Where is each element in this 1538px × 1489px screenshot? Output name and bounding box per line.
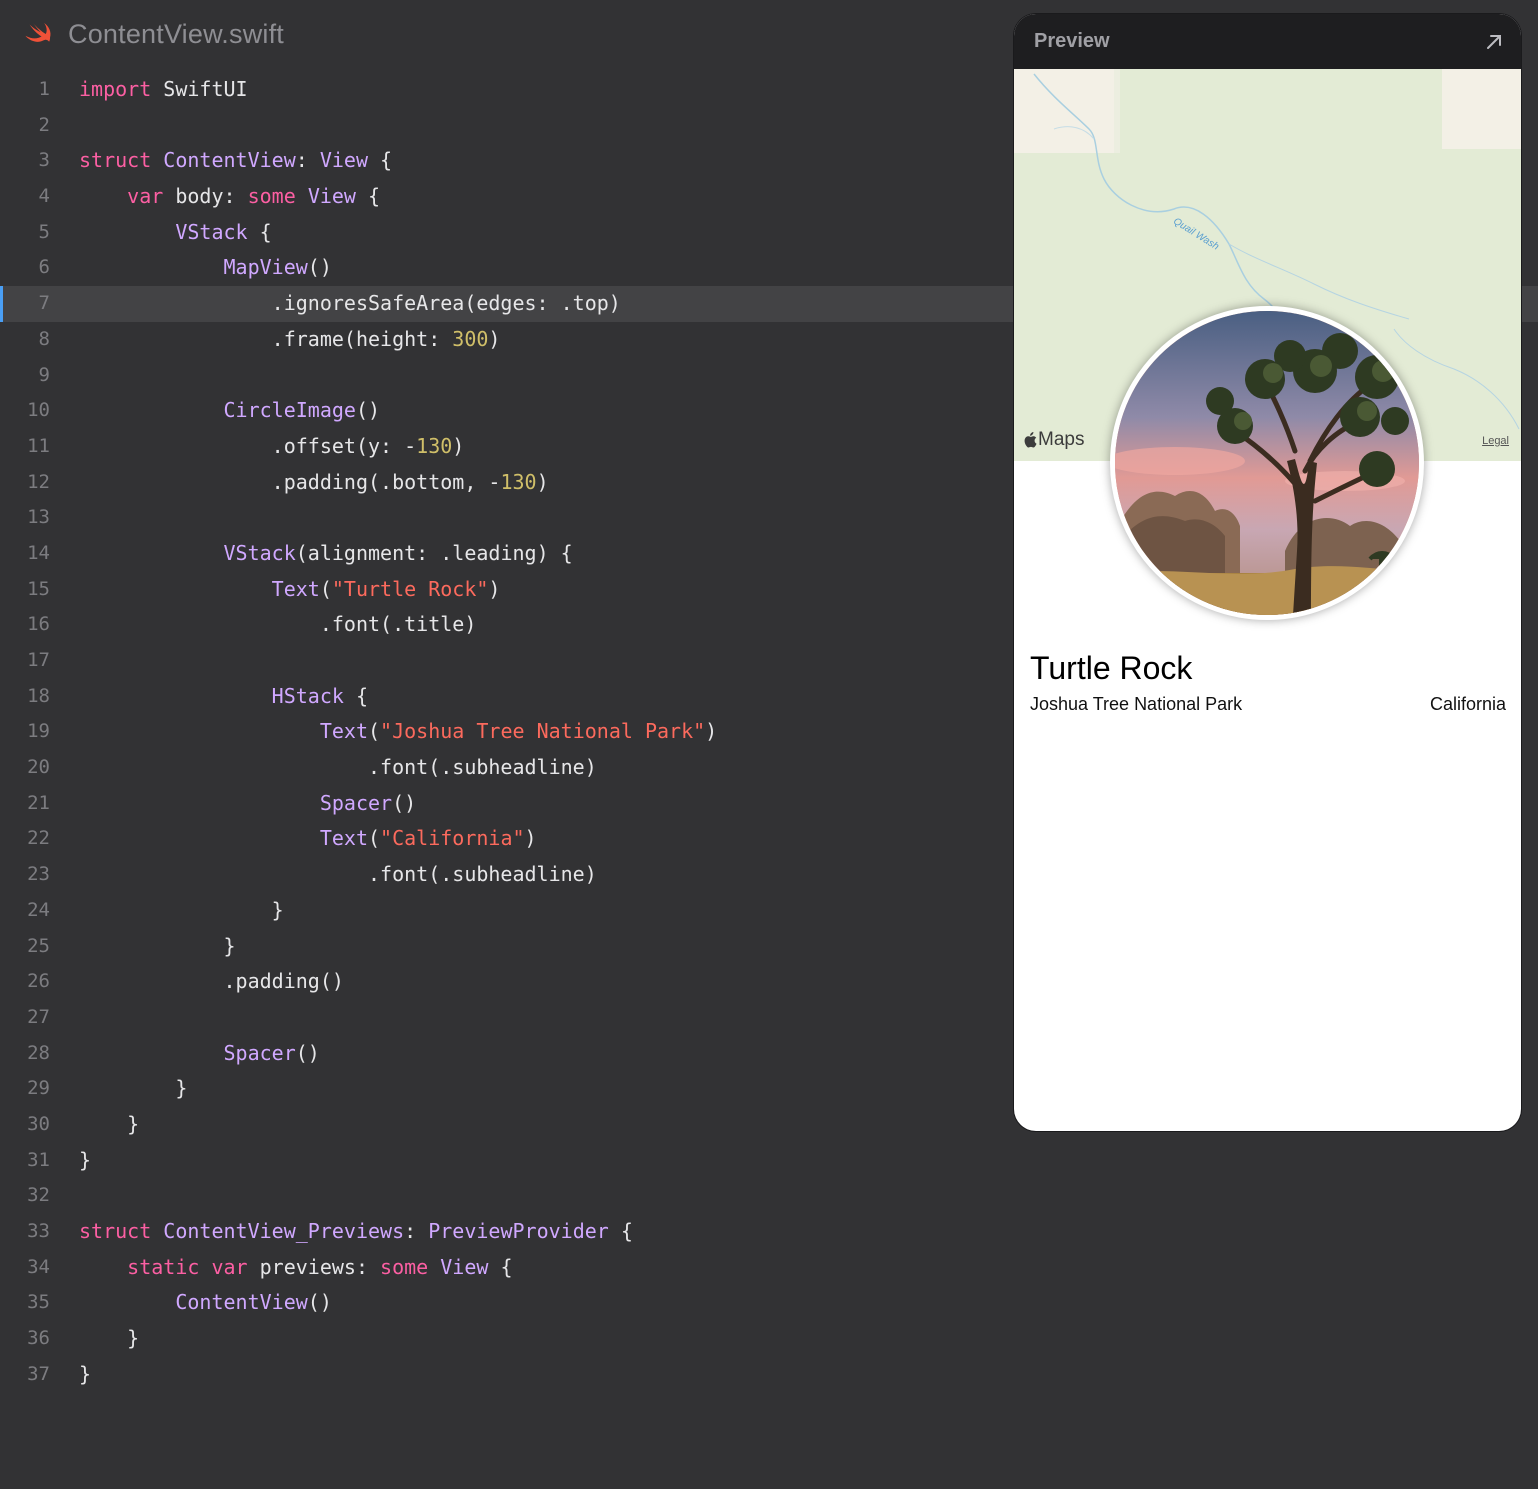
line-code[interactable]: .ignoresSafeArea(edges: .top) <box>79 286 621 322</box>
line-number: 4 <box>38 185 50 208</box>
line-number: 28 <box>27 1041 50 1064</box>
line-code[interactable]: Spacer() <box>79 786 416 822</box>
code-line[interactable]: 37} <box>0 1357 1538 1393</box>
line-number: 30 <box>27 1112 50 1135</box>
line-number: 36 <box>27 1327 50 1350</box>
line-number: 29 <box>27 1077 50 1100</box>
line-number: 27 <box>27 1005 50 1028</box>
line-code[interactable]: HStack { <box>79 679 368 715</box>
line-number: 10 <box>27 399 50 422</box>
code-line[interactable]: 35 ContentView() <box>0 1285 1538 1321</box>
line-code[interactable]: VStack(alignment: .leading) { <box>79 536 573 572</box>
line-number: 37 <box>27 1362 50 1385</box>
line-number: 11 <box>27 434 50 457</box>
line-code[interactable]: .font(.subheadline) <box>79 857 597 893</box>
line-code[interactable]: } <box>79 1357 91 1393</box>
line-number: 20 <box>27 756 50 779</box>
line-number: 18 <box>27 684 50 707</box>
line-code[interactable]: Text("Turtle Rock") <box>79 572 501 608</box>
line-number: 23 <box>27 863 50 886</box>
line-code[interactable]: } <box>79 1071 187 1107</box>
circle-image <box>1110 306 1424 620</box>
line-number: 17 <box>27 649 50 671</box>
line-number: 26 <box>27 970 50 993</box>
line-number: 19 <box>27 720 50 743</box>
line-code[interactable]: } <box>79 1107 139 1143</box>
line-number: 2 <box>38 113 50 136</box>
line-number: 3 <box>38 149 50 172</box>
line-number: 32 <box>27 1184 50 1207</box>
line-code[interactable]: static var previews: some View { <box>79 1250 512 1286</box>
line-number: 1 <box>38 78 50 100</box>
code-line[interactable]: 32 <box>0 1178 1538 1214</box>
line-code[interactable]: Text("Joshua Tree National Park") <box>79 714 717 750</box>
swift-icon <box>25 22 51 42</box>
line-number: 31 <box>27 1148 50 1171</box>
line-code[interactable]: .font(.subheadline) <box>79 750 597 786</box>
line-code[interactable]: Spacer() <box>79 1036 320 1072</box>
file-header: ContentView.swift <box>22 14 284 54</box>
line-code[interactable]: .frame(height: 300) <box>79 322 501 358</box>
line-code[interactable]: import SwiftUI <box>79 72 248 108</box>
line-code[interactable]: } <box>79 929 235 965</box>
line-code[interactable]: } <box>79 1321 139 1357</box>
line-code[interactable]: .padding() <box>79 964 343 1000</box>
line-code[interactable]: .font(.title) <box>79 607 477 643</box>
line-number: 7 <box>38 292 50 315</box>
joshua-tree-photo <box>1115 311 1419 615</box>
line-number: 21 <box>27 791 50 814</box>
state-label: California <box>1429 694 1506 714</box>
line-number: 8 <box>38 327 50 350</box>
line-number: 22 <box>27 827 50 850</box>
line-code[interactable]: VStack { <box>79 215 271 251</box>
maps-attribution-label: Maps <box>1038 429 1085 450</box>
apple-logo-icon <box>1024 432 1037 448</box>
line-code[interactable]: .padding(.bottom, -130) <box>79 465 549 501</box>
line-code[interactable]: Text("California") <box>79 821 537 857</box>
code-line[interactable]: 34 static var previews: some View { <box>0 1250 1538 1286</box>
code-line[interactable]: 31} <box>0 1143 1538 1179</box>
preview-title: Preview <box>1034 30 1110 52</box>
line-code[interactable]: var body: some View { <box>79 179 380 215</box>
line-number: 34 <box>27 1255 50 1278</box>
line-code[interactable]: } <box>79 1143 91 1179</box>
line-number: 14 <box>27 541 50 564</box>
park-label: Joshua Tree National Park <box>1030 694 1243 714</box>
code-line[interactable]: 36 } <box>0 1321 1538 1357</box>
arrow-up-right-icon[interactable] <box>1485 33 1503 51</box>
line-number: 24 <box>27 898 50 921</box>
line-number: 6 <box>38 256 50 279</box>
line-code[interactable]: ContentView() <box>79 1285 332 1321</box>
line-code[interactable]: CircleImage() <box>79 393 381 429</box>
line-number: 35 <box>27 1291 50 1314</box>
line-code[interactable]: struct ContentView: View { <box>79 143 392 179</box>
landmark-title: Turtle Rock <box>1030 650 1193 686</box>
line-number: 9 <box>38 363 50 386</box>
line-code[interactable]: struct ContentView_Previews: PreviewProv… <box>79 1214 633 1250</box>
maps-attribution: Maps <box>1023 429 1084 451</box>
line-number: 5 <box>38 220 50 243</box>
map-legal-link[interactable]: Legal <box>1482 435 1509 447</box>
line-code[interactable]: } <box>79 893 284 929</box>
line-number: 25 <box>27 934 50 957</box>
preview-toolbar: Preview <box>1014 14 1521 69</box>
line-code[interactable]: MapView() <box>79 250 332 286</box>
line-number: 12 <box>27 470 50 493</box>
line-number: 13 <box>27 506 50 529</box>
line-number: 33 <box>27 1220 50 1242</box>
line-number: 16 <box>27 613 50 636</box>
preview-canvas: Preview Quail Wash Maps Legal Turtle Roc… <box>1014 14 1521 1131</box>
line-number: 15 <box>27 577 50 600</box>
line-code[interactable]: .offset(y: -130) <box>79 429 465 465</box>
file-name[interactable]: ContentView.swift <box>68 19 284 50</box>
code-line[interactable]: 33 struct ContentView_Previews: PreviewPr… <box>0 1214 1538 1250</box>
